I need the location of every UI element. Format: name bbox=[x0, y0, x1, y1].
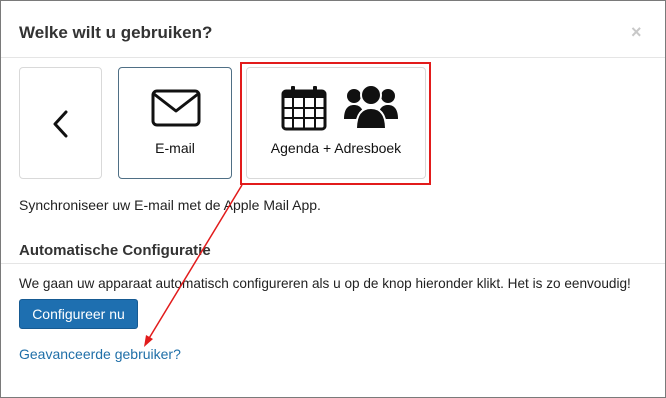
users-icon bbox=[344, 84, 398, 130]
close-icon[interactable]: × bbox=[631, 23, 642, 41]
advanced-user-link[interactable]: Geavanceerde gebruiker? bbox=[19, 346, 181, 362]
header-divider bbox=[1, 57, 665, 58]
chevron-left-icon bbox=[53, 110, 68, 138]
agenda-addressbook-option-tile[interactable]: Agenda + Adresboek bbox=[246, 67, 426, 179]
dialog: Welke wilt u gebruiken? × E-mail Agenda … bbox=[0, 0, 666, 398]
auto-config-heading: Automatische Configuratie bbox=[19, 242, 211, 259]
email-option-tile[interactable]: E-mail bbox=[118, 67, 232, 179]
envelope-icon bbox=[151, 89, 201, 127]
configure-now-button[interactable]: Configureer nu bbox=[19, 299, 138, 329]
description-text: Synchroniseer uw E-mail met de Apple Mai… bbox=[19, 197, 321, 213]
dialog-title: Welke wilt u gebruiken? bbox=[19, 23, 213, 42]
calendar-icon bbox=[281, 86, 327, 131]
email-option-label: E-mail bbox=[155, 140, 195, 156]
auto-config-text: We gaan uw apparaat automatisch configur… bbox=[19, 276, 631, 291]
section-divider bbox=[1, 263, 665, 264]
agenda-addressbook-option-label: Agenda + Adresboek bbox=[270, 140, 402, 156]
back-tile[interactable] bbox=[19, 67, 102, 179]
